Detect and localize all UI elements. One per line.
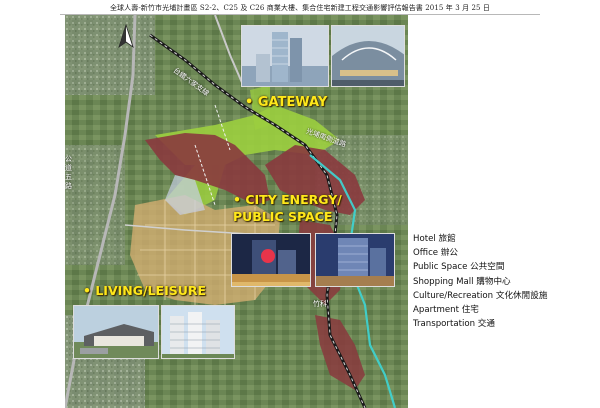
report-title: 全球人壽-新竹市光埔計畫區 S2-2、C25 及 C26 商業大樓、集合住宅新建… xyxy=(109,4,423,12)
legend-item-hotel: Hotel 旅館 xyxy=(413,234,456,244)
land-use-legend: Hotel 旅館 Office 辦公 Public Space 公共空間 Sho… xyxy=(413,232,598,331)
legend-item-shopping-mall: Shopping Mall 購物中心 xyxy=(413,276,511,287)
photo-atrium-interior xyxy=(331,25,405,87)
photo-city-night-plaza xyxy=(231,233,311,287)
photo-apartment-towers xyxy=(161,305,235,359)
legend-item-culture-recreation: Culture/Recreation 文化休閒設施 xyxy=(413,290,548,301)
label-city-energy-line2: PUBLIC SPACE xyxy=(233,209,333,224)
photo-gateway-tower xyxy=(241,25,329,87)
label-gateway: • GATEWAY xyxy=(245,95,328,110)
label-living-leisure: • LIVING/LEISURE xyxy=(83,283,207,298)
legend-item-apartment: Apartment 住宅 xyxy=(413,305,479,316)
label-expressway: 公道五路 xyxy=(65,155,72,190)
legend-item-public-space: Public Space 公共空間 xyxy=(413,262,505,273)
label-city-energy: • CITY ENERGY/ PUBLIC SPACE xyxy=(233,191,342,225)
label-river: 竹科 xyxy=(313,300,327,308)
legend-item-office: Office 辦公 xyxy=(413,248,459,259)
north-arrow-icon xyxy=(115,23,137,51)
report-date: 2015 年 3 月 25 日 xyxy=(425,4,491,12)
photo-leisure-pavilion xyxy=(73,305,159,359)
label-city-energy-line1: • CITY ENERGY/ xyxy=(233,192,342,207)
photo-public-space xyxy=(315,233,395,287)
site-map: 台鐵六家支線 光埔南側道路 公道五路 竹科 • GATEWAY • CITY E… xyxy=(65,15,408,408)
legend-item-transportation: Transportation 交通 xyxy=(413,319,495,330)
